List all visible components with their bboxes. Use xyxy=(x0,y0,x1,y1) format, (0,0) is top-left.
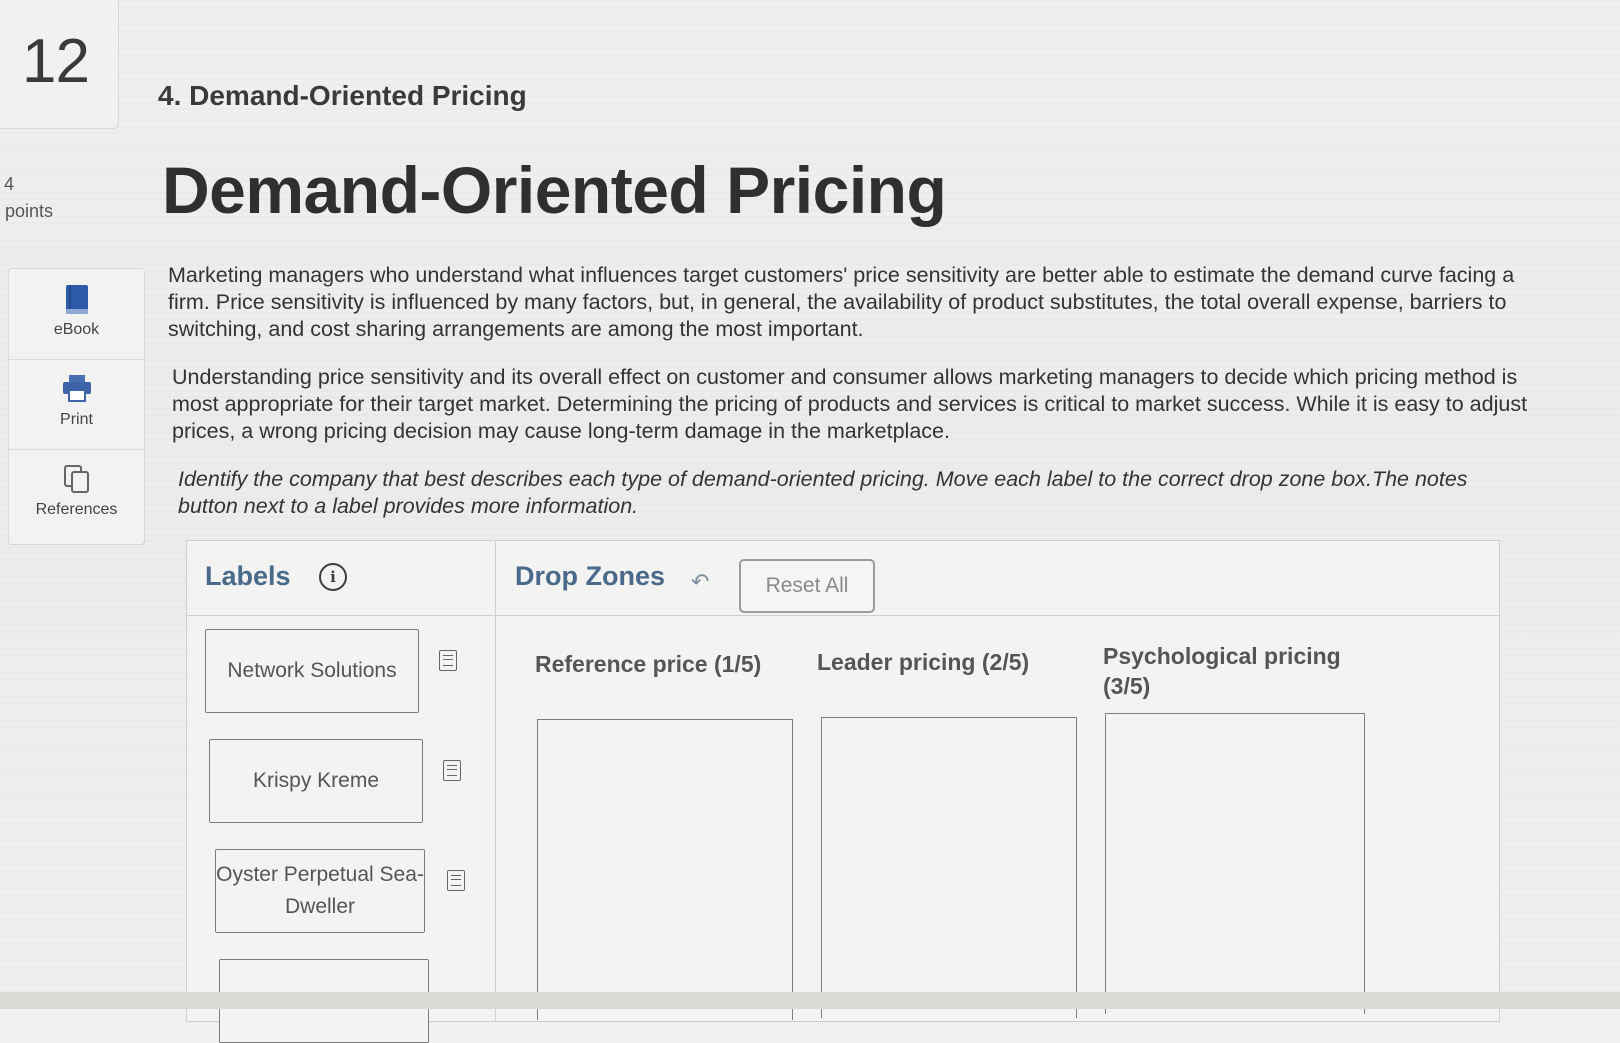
printer-icon xyxy=(61,373,93,408)
labels-title: Labels xyxy=(205,561,291,591)
bottom-bar xyxy=(0,992,1620,1009)
references-button[interactable]: References xyxy=(9,449,144,539)
question-number-box: 12 xyxy=(0,0,119,129)
labels-column: Labels i Network Solutions Krispy Kreme … xyxy=(187,541,496,1043)
drop-zone-title: Reference price (1/5) xyxy=(535,651,762,677)
drop-zones-title: Drop Zones xyxy=(515,561,666,591)
draggable-label[interactable]: Krispy Kreme xyxy=(209,739,423,823)
notes-icon[interactable] xyxy=(443,760,461,781)
notes-icon[interactable] xyxy=(447,870,465,891)
draggable-label[interactable]: Oyster Perpetual Sea-Dweller xyxy=(215,849,425,933)
draggable-label[interactable]: Network Solutions xyxy=(205,629,419,713)
drop-zone-box[interactable] xyxy=(821,717,1077,1018)
undo-icon[interactable]: ↶ xyxy=(691,569,709,595)
page-title: Demand-Oriented Pricing xyxy=(162,153,947,227)
print-label: Print xyxy=(60,411,93,428)
drop-zone-box[interactable] xyxy=(537,719,793,1020)
book-icon xyxy=(63,283,91,322)
info-icon[interactable]: i xyxy=(319,563,347,591)
drop-zones-header: Drop Zones ↶ Reset All xyxy=(495,541,1499,616)
instructions-paragraph: Identify the company that best describes… xyxy=(178,467,1468,518)
ebook-label: eBook xyxy=(53,321,100,338)
section-title: 4. Demand-Oriented Pricing xyxy=(158,80,527,111)
reset-all-button[interactable]: Reset All xyxy=(739,559,875,613)
drop-zone-title: Psychological pricing (3/5) xyxy=(1103,643,1341,699)
points-label: points xyxy=(5,201,54,221)
drop-zone-title: Leader pricing (2/5) xyxy=(817,649,1030,675)
drop-zone-box[interactable] xyxy=(1105,713,1365,1014)
copy-icon xyxy=(62,463,92,500)
labels-header: Labels i xyxy=(187,541,495,616)
intro-paragraph: Marketing managers who understand what i… xyxy=(168,263,1515,341)
points-value: 4 xyxy=(4,174,15,194)
print-button[interactable]: Print xyxy=(9,359,144,450)
drag-drop-widget: Labels i Network Solutions Krispy Kreme … xyxy=(186,540,1500,1043)
context-paragraph: Understanding price sensitivity and its … xyxy=(172,365,1528,443)
tools-panel: eBook Print References xyxy=(8,268,145,545)
notes-icon[interactable] xyxy=(439,650,457,671)
references-label: References xyxy=(35,501,118,518)
ebook-button[interactable]: eBook xyxy=(9,269,144,360)
question-number: 12 xyxy=(22,27,90,96)
